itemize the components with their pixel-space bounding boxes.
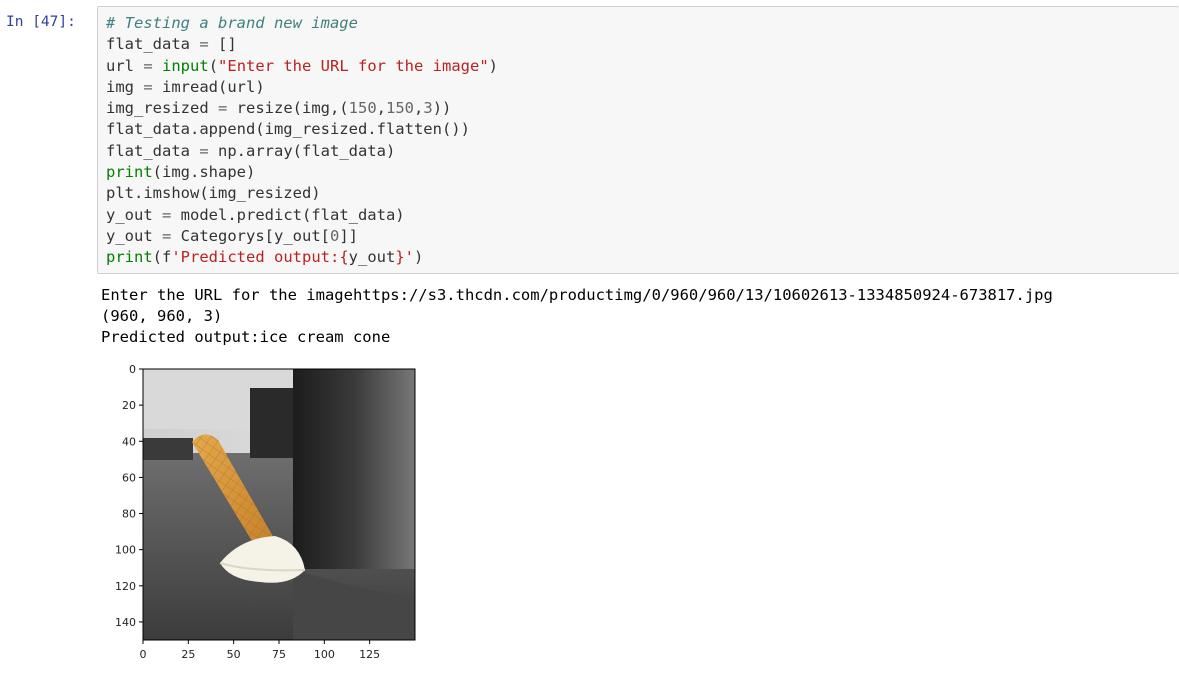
code-line: img = imread(url) (106, 77, 265, 96)
code-line: flat_data = [] (106, 35, 237, 54)
code-cell-input[interactable]: # Testing a brand new image flat_data = [… (97, 6, 1179, 274)
y-axis-ticks: 0 20 40 60 80 100 120 140 (115, 363, 143, 629)
x-tick-label: 100 (314, 648, 335, 661)
y-tick-label: 40 (122, 435, 136, 448)
code-line: # Testing a brand new image (106, 14, 358, 32)
y-tick-label: 0 (129, 363, 136, 376)
y-tick-label: 60 (122, 471, 136, 484)
y-tick-label: 80 (122, 508, 136, 521)
x-tick-label: 75 (272, 648, 286, 661)
output-line: Predicted output:ice cream cone (101, 328, 391, 346)
input-prompt: In [47]: (6, 14, 76, 30)
code-editor[interactable]: # Testing a brand new image flat_data = [… (106, 13, 498, 269)
output-line: (960, 960, 3) (101, 307, 223, 325)
code-line: y_out = model.predict(flat_data) (106, 205, 405, 224)
x-axis-ticks: 0 25 50 75 100 125 (140, 640, 380, 661)
code-line: plt.imshow(img_resized) (106, 184, 321, 203)
y-tick-label: 140 (115, 616, 136, 629)
x-tick-label: 50 (227, 648, 241, 661)
x-tick-label: 0 (140, 648, 147, 661)
code-line: flat_data.append(img_resized.flatten()) (106, 120, 470, 139)
y-tick-label: 20 (122, 399, 136, 412)
code-line: print(f'Predicted output:{y_out}') (106, 248, 424, 267)
code-line: img_resized = resize(img,(150,150,3)) (106, 99, 452, 118)
x-tick-label: 25 (181, 648, 195, 661)
x-tick-label: 125 (359, 648, 380, 661)
plot-image (143, 369, 415, 640)
y-tick-label: 100 (115, 544, 136, 557)
code-line: print(img.shape) (106, 163, 256, 182)
code-line: y_out = Categorys[y_out[0]] (106, 226, 358, 245)
code-line: flat_data = np.array(flat_data) (106, 141, 396, 160)
output-line: Enter the URL for the imagehttps://s3.th… (101, 286, 1053, 304)
code-line: url = input("Enter the URL for the image… (106, 56, 498, 75)
cell-output: Enter the URL for the imagehttps://s3.th… (101, 285, 1053, 348)
y-tick-label: 120 (115, 580, 136, 593)
image-plot: 0 25 50 75 100 125 0 20 40 60 80 100 120 140 (115, 363, 416, 661)
